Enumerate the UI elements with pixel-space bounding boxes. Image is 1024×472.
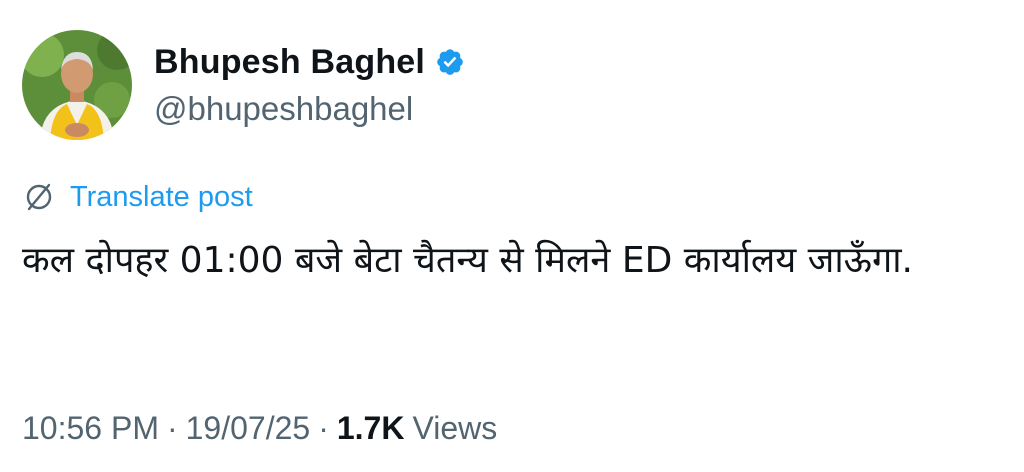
name-row: Bhupesh Baghel xyxy=(154,43,465,82)
avatar[interactable] xyxy=(22,30,132,140)
verified-badge-icon xyxy=(435,47,465,77)
translate-post-label[interactable]: Translate post xyxy=(70,181,253,214)
avatar-photo xyxy=(22,30,132,140)
post-time[interactable]: 10:56 PM xyxy=(22,410,159,447)
post-date[interactable]: 19/07/25 xyxy=(186,410,311,447)
meta-separator: · xyxy=(166,410,178,446)
meta-separator: · xyxy=(318,410,329,446)
views-label: Views xyxy=(412,410,498,446)
views-count[interactable]: 1.7K xyxy=(337,410,405,447)
post-meta: 10:56 PM · 19/07/25 · 1.7K Views xyxy=(22,410,497,447)
author-handle[interactable]: @bhupeshbaghel xyxy=(154,90,465,128)
globe-translate-icon xyxy=(22,180,56,214)
translate-post-link[interactable]: Translate post xyxy=(22,180,253,214)
author-names: Bhupesh Baghel @bhupeshbaghel xyxy=(154,43,465,128)
post-header: Bhupesh Baghel @bhupeshbaghel xyxy=(22,30,465,140)
author-display-name[interactable]: Bhupesh Baghel xyxy=(154,43,425,82)
post-text: कल दोपहर 01:00 बजे बेटा चैतन्य से मिलने … xyxy=(22,240,913,281)
